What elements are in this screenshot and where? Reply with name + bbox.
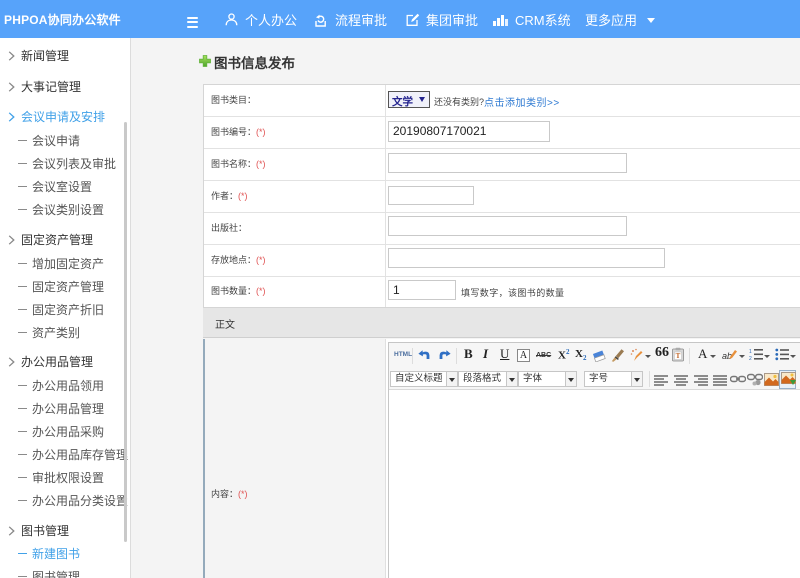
svg-text:T: T [676,352,681,360]
svg-text:1: 1 [749,349,752,355]
svg-text:2: 2 [749,356,752,361]
svg-text:ab: ab [722,351,732,361]
